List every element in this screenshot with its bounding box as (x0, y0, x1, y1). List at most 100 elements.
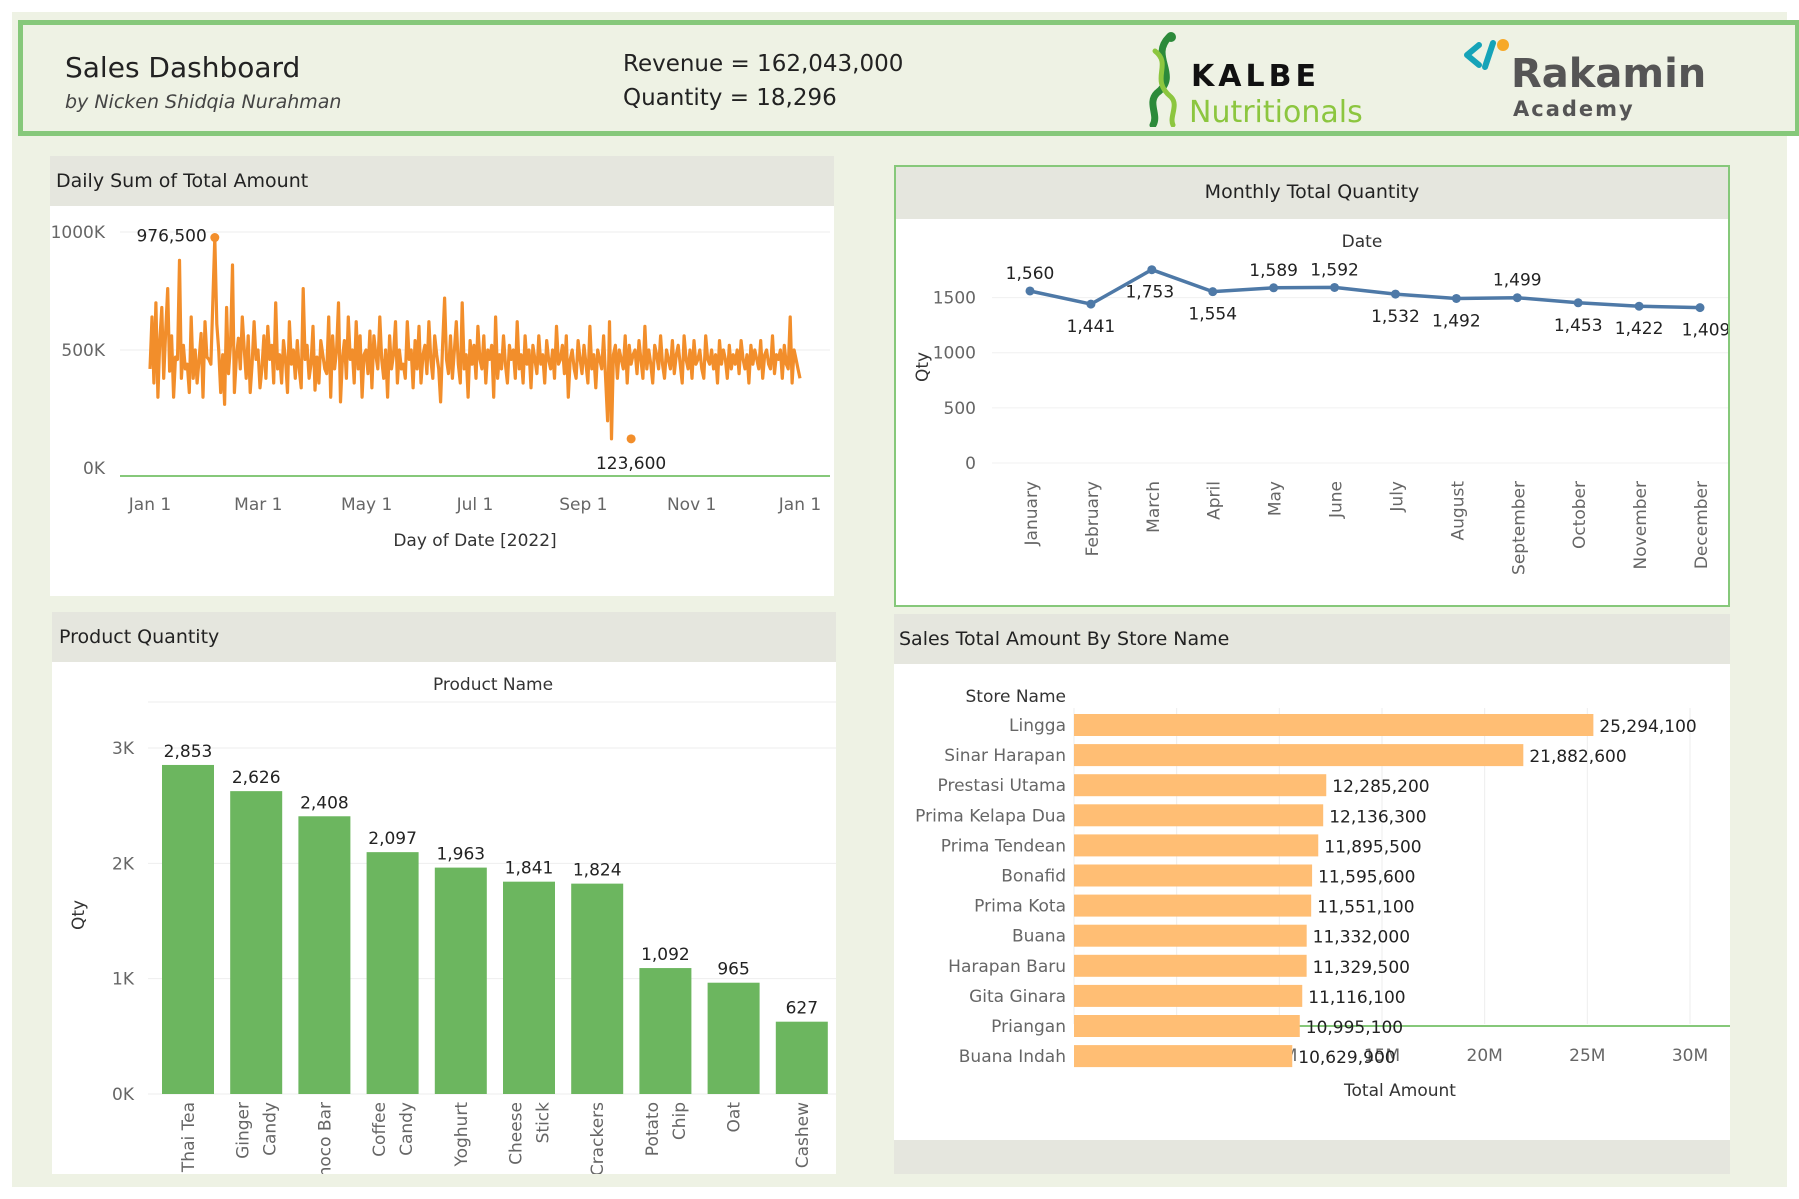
product-quantity-panel: Product Quantity Product Name Qty 0K 1K 2K 3K… (52, 612, 836, 1174)
x-tick-label: Cheese (507, 1102, 527, 1165)
product-data-label: 1,841 (505, 859, 554, 879)
y-tick-label: 1000 (933, 344, 976, 364)
product-bar (639, 968, 692, 1094)
store-bar (1074, 1015, 1300, 1037)
store-data-label: 12,136,300 (1329, 807, 1426, 827)
store-name-label: Gita Ginara (969, 987, 1066, 1007)
x-tick-label: Jul 1 (456, 495, 494, 515)
store-data-label: 10,995,100 (1306, 1018, 1403, 1038)
product-data-label: 2,626 (232, 768, 281, 788)
x-tick-label: Oat (725, 1102, 745, 1133)
month-point (1512, 293, 1522, 303)
store-data-label: 11,595,600 (1318, 868, 1415, 888)
store-amount-chart: Store Name0M5M10M15M20M25M30MTotal Amoun… (915, 687, 1730, 1101)
store-bar (1074, 1045, 1293, 1068)
product-data-label: 2,097 (368, 829, 417, 849)
store-bar (1074, 834, 1319, 857)
monthly-quantity-panel: Monthly Total Quantity Date Qty 0 500 1000 15… (894, 165, 1730, 607)
kalbe-logo-subtext: Nutritionals (1189, 95, 1363, 130)
y-axis-title: Store Name (966, 687, 1067, 707)
product-bar (162, 764, 214, 1094)
x-tick-label: Nov 1 (667, 495, 716, 515)
monthly-quantity-panel-header: Monthly Total Quantity (896, 167, 1728, 219)
month-point (1025, 286, 1035, 296)
x-tick-label: December (1692, 481, 1712, 569)
month-data-label: 1,492 (1432, 311, 1481, 331)
rakamin-logo: Rakamin Academy (1463, 29, 1723, 129)
y-tick-label: 0K (83, 459, 106, 479)
x-tick-label: Ginger (234, 1102, 254, 1159)
store-data-label: 11,329,500 (1313, 958, 1410, 978)
x-tick-label: Potato (643, 1102, 663, 1156)
y-tick-label: 1000K (51, 223, 106, 243)
month-point (1208, 287, 1218, 297)
product-data-label: 1,824 (573, 861, 622, 881)
product-bar (230, 791, 283, 1094)
product-data-label: 2,408 (300, 793, 349, 813)
x-tick-label: May (1266, 481, 1286, 516)
product-quantity-title: Product Quantity (59, 626, 220, 648)
store-name-label: Prestasi Utama (938, 776, 1066, 796)
x-tick-label: November (1631, 481, 1651, 569)
x-tick-label: Candy (397, 1102, 417, 1156)
month-data-label: 1,422 (1615, 319, 1664, 339)
x-tick-label: July (1387, 481, 1407, 513)
store-data-label: 10,629,900 (1298, 1048, 1395, 1068)
store-data-label: 11,551,100 (1317, 898, 1414, 918)
month-point (1147, 265, 1157, 275)
y-axis-title: Qty (69, 900, 89, 930)
product-data-label: 627 (786, 999, 818, 1019)
y-axis-title: Qty (913, 352, 933, 382)
x-axis-title: Day of Date [2022] (393, 531, 556, 551)
x-tick-label: Yoghurt (452, 1102, 472, 1168)
y-tick-label: 3K (112, 739, 135, 759)
month-data-label: 1,592 (1310, 260, 1359, 280)
month-point (1634, 301, 1644, 311)
annotation-label: 976,500 (136, 227, 206, 247)
annotation-label: 123,600 (596, 454, 666, 474)
page-title: Sales Dashboard (65, 51, 301, 84)
month-data-label: 1,532 (1371, 307, 1420, 327)
store-name-label: Lingga (1009, 716, 1066, 736)
daily-amount-series-line (148, 235, 802, 441)
month-point (1695, 303, 1705, 313)
product-data-label: 965 (717, 960, 749, 980)
store-bar (1074, 804, 1324, 827)
rakamin-code-icon (1464, 39, 1509, 70)
store-name-label: Prima Kelapa Dua (915, 806, 1066, 826)
y-tick-label: 2K (112, 854, 135, 874)
product-bar (434, 867, 487, 1094)
product-bar (775, 1021, 828, 1094)
x-tick-label: Sep 1 (559, 495, 607, 515)
store-amount-panel-header: Sales Total Amount By Store Name (894, 614, 1730, 664)
store-name-label: Sinar Harapan (944, 746, 1066, 766)
x-tick-label: April (1205, 481, 1225, 520)
y-tick-label: 1K (112, 970, 135, 990)
y-tick-label: 0 (965, 454, 976, 474)
annotation-point (626, 434, 636, 444)
store-name-label: Prima Kota (974, 897, 1066, 917)
store-name-label: Bonafid (1001, 867, 1066, 887)
x-tick-label: Mar 1 (234, 495, 282, 515)
month-data-label: 1,554 (1188, 305, 1237, 325)
x-tick-label: Crackers (588, 1102, 608, 1174)
month-data-label: 1,453 (1554, 316, 1603, 336)
x-axis-title: Date (1342, 232, 1383, 252)
x-axis-title: Total Amount (1343, 1081, 1456, 1101)
kalbe-logo: KALBE Nutritionals (1143, 31, 1383, 131)
y-tick-label: 0K (112, 1085, 135, 1105)
x-tick-label: Jan 1 (778, 495, 821, 515)
daily-amount-panel-header: Daily Sum of Total Amount (50, 156, 834, 206)
product-bar (298, 816, 351, 1094)
rakamin-logo-subtext: Academy (1513, 97, 1635, 121)
month-data-label: 1,560 (1006, 264, 1055, 284)
store-amount-title: Sales Total Amount By Store Name (899, 628, 1230, 650)
x-tick-label: 20M (1467, 1046, 1503, 1066)
y-tick-label: 500 (944, 399, 976, 419)
annotation-point (210, 233, 220, 243)
store-name-label: Buana (1012, 927, 1066, 947)
store-data-label: 12,285,200 (1332, 777, 1429, 797)
x-tick-label: Choco Bar (315, 1102, 335, 1174)
rakamin-logo-text: Rakamin (1511, 51, 1707, 97)
product-data-label: 2,853 (164, 742, 213, 762)
